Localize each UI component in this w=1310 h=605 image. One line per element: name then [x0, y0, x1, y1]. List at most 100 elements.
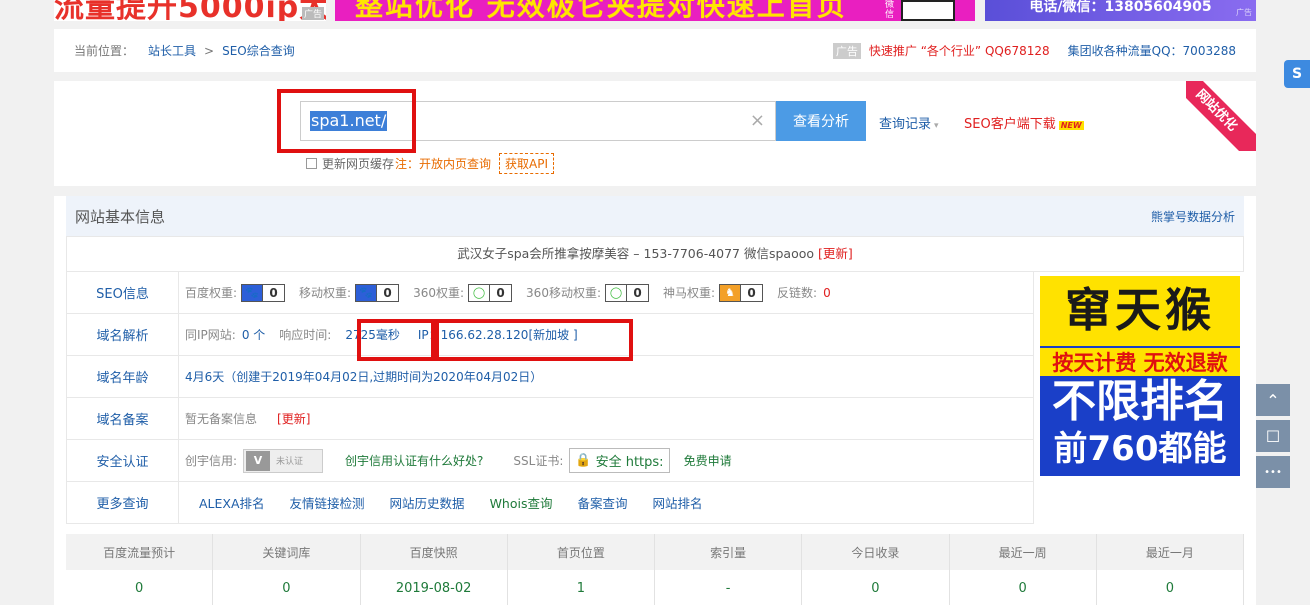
ad-left-text: 流量提升5000ip大1万 [54, 0, 326, 21]
baidu-weight-badge[interactable]: 🐾 0 [241, 283, 286, 302]
lock-icon: 🔒 [575, 453, 592, 468]
info-header: 网站基本信息 熊掌号数据分析 [66, 196, 1244, 236]
breadcrumb-separator: > [204, 43, 215, 58]
ssl-apply-link[interactable]: 免费申请 [684, 452, 732, 469]
credit-info-link[interactable]: 创宇信用认证有什么好处? [345, 452, 483, 469]
dns-row: 域名解析 同IP网站: 0 个 响应时间: 2725毫秒 IP：166.62.2… [66, 314, 1034, 356]
site-info-panel: 网站基本信息 熊掌号数据分析 武汉女子spa会所推拿按摩美容 – 153-770… [54, 196, 1256, 605]
info-title: 网站基本信息 [75, 207, 166, 226]
back-to-top-icon[interactable]: ⌃ [1256, 384, 1290, 416]
ribbon-label: 网站优化 [1186, 81, 1256, 151]
get-api-button[interactable]: 获取API [499, 153, 555, 174]
stats-value[interactable]: 0 [213, 570, 361, 605]
s360-mobile-weight-badge[interactable]: ◯ 0 [605, 283, 649, 302]
mobile-weight-badge[interactable]: 🐾 0 [355, 283, 400, 302]
side-ad[interactable]: 窜天猴 按天计费 无效退款 不限排名 前760都能做 [1040, 276, 1240, 515]
refresh-cache-label[interactable]: 更新网页缓存 [322, 155, 394, 172]
stats-value[interactable]: 1 [508, 570, 655, 605]
paw-icon: 🐾 [242, 284, 263, 301]
ad-tag: 广告 [301, 7, 324, 20]
promo-link[interactable]: 快速推广 “各个行业” QQ678128 [869, 42, 1050, 59]
stats-value[interactable]: 0 [950, 570, 1097, 605]
analyze-button[interactable]: 查看分析 [776, 101, 866, 141]
ad-banner-right[interactable]: 电话/微信：13805604905 广告 [985, 0, 1256, 21]
friend-link-check[interactable]: 友情链接检测 [290, 493, 365, 512]
security-row: 安全认证 创宇信用: V 未认证 创宇信用认证有什么好处? SSL证书: 🔒 安全 … [66, 440, 1034, 482]
response-time-label: 响应时间: [279, 328, 332, 342]
stats-value[interactable]: 0 [1097, 570, 1244, 605]
shenma-weight-label: 神马权重: [663, 286, 716, 300]
ring-icon: ◯ [606, 284, 626, 301]
seo-row: SEO信息 百度权重: 🐾 0 移动权重: 🐾 0 360权重: ◯ 0 360移动权… [66, 272, 1034, 314]
ad-line-3: 不限排名 [1052, 376, 1228, 427]
credit-badge-icon: V [246, 450, 271, 471]
corner-ribbon[interactable]: 网站优化 [1186, 81, 1256, 151]
new-badge: NEW [1058, 121, 1084, 130]
response-time-value: 2725毫秒 [345, 328, 400, 342]
stats-value: - [655, 570, 803, 605]
s360-weight-value: 0 [489, 284, 512, 301]
site-title-row: 武汉女子spa会所推拿按摩美容 – 153-7706-4077 微信spaooo… [66, 236, 1244, 272]
ad-banner-left[interactable]: 流量提升5000ip大1万 广告 [54, 0, 326, 21]
share-icon[interactable]: S [1284, 60, 1310, 88]
client-download-label: SEO客户端下载 [964, 117, 1056, 132]
stats-value[interactable]: 2019-08-02 [361, 570, 508, 605]
record-query-link[interactable]: 备案查询 [577, 493, 627, 512]
stats-header: 最近一月 [1097, 534, 1244, 570]
backlinks-label: 反链数: [777, 286, 818, 300]
ssl-badge[interactable]: 🔒 安全 https: [569, 448, 670, 473]
bear-analysis-link[interactable]: 熊掌号数据分析 [1151, 208, 1235, 225]
close-icon[interactable]: × [750, 110, 765, 131]
more-options-icon[interactable]: ••• [1256, 456, 1290, 488]
record-update-link[interactable]: [更新] [277, 410, 310, 427]
dns-label: 域名解析 [67, 314, 179, 355]
ad-line-1: 窜天猴 [1040, 276, 1240, 346]
credit-label: 创宇信用: [185, 454, 238, 468]
search-options: 更新网页缓存 注：开放内页查询 获取API [306, 153, 555, 174]
ad-wx-label: 微信 [885, 0, 895, 20]
top-ad-banner[interactable]: 流量提升5000ip大1万 广告 整站优化 无效极它夹提对快速上首页 微信 电话… [54, 0, 1256, 21]
shenma-weight-badge[interactable]: ♞ 0 [719, 283, 764, 302]
age-label: 域名年龄 [67, 356, 179, 397]
s360-weight-badge[interactable]: ◯ 0 [468, 283, 513, 302]
alexa-link[interactable]: ALEXA排名 [199, 493, 265, 512]
stats-header: 百度流量预计 [66, 534, 214, 570]
breadcrumb-item-seo[interactable]: SEO综合查询 [222, 42, 295, 59]
record-label: 域名备案 [67, 398, 179, 439]
whois-link[interactable]: Whois查询 [490, 493, 553, 512]
mobile-weight-label: 移动权重: [299, 286, 352, 300]
site-rank-link[interactable]: 网站排名 [653, 493, 703, 512]
ad-line-2: 按天计费 无效退款 [1040, 346, 1240, 376]
group-link[interactable]: 集团收各种流量QQ：7003288 [1068, 42, 1236, 59]
ad-chip: 广告 [832, 42, 861, 59]
feedback-icon[interactable]: ☐ [1256, 420, 1290, 452]
history-data-link[interactable]: 网站历史数据 [390, 493, 465, 512]
security-label: 安全认证 [67, 440, 179, 481]
history-dropdown[interactable]: 查询记录 ▾ [879, 113, 939, 132]
refresh-cache-checkbox[interactable] [306, 158, 317, 169]
ssl-badge-text: 安全 https: [595, 455, 664, 470]
stats-value[interactable]: 0 [802, 570, 950, 605]
same-ip-value[interactable]: 0 个 [242, 326, 265, 343]
breadcrumb-item-tools[interactable]: 站长工具 [148, 42, 196, 59]
credit-badge-text: 未认证 [276, 457, 304, 467]
s360-weight-label: 360权重: [413, 286, 465, 300]
inner-page-note[interactable]: 注：开放内页查询 [395, 155, 491, 172]
breadcrumb-bar: 当前位置： 站长工具 > SEO综合查询 广告 快速推广 “各个行业” QQ67… [54, 29, 1256, 72]
credit-badge[interactable]: V 未认证 [243, 448, 324, 473]
backlinks-value[interactable]: 0 [823, 286, 831, 300]
ad-right-text: 电话/微信：13805604905 [1029, 0, 1212, 15]
ssl-label: SSL证书: [513, 454, 564, 468]
baidu-weight-label: 百度权重: [185, 286, 238, 300]
s360-mobile-weight-value: 0 [626, 284, 648, 301]
shenma-weight-value: 0 [740, 284, 763, 301]
site-title-update-link[interactable]: [更新] [818, 246, 853, 261]
search-input[interactable]: spa1.net/ × [300, 101, 776, 141]
ring-icon: ◯ [469, 284, 490, 301]
mobile-weight-value: 0 [376, 284, 399, 301]
search-input-value[interactable]: spa1.net/ [310, 111, 388, 131]
stats-value[interactable]: 0 [66, 570, 214, 605]
client-download-link[interactable]: SEO客户端下载 NEW [964, 113, 1084, 132]
ip-location-link[interactable]: IP：166.62.28.120[新加坡 ] [418, 326, 578, 343]
ad-banner-middle[interactable]: 整站优化 无效极它夹提对快速上首页 微信 [335, 0, 975, 21]
